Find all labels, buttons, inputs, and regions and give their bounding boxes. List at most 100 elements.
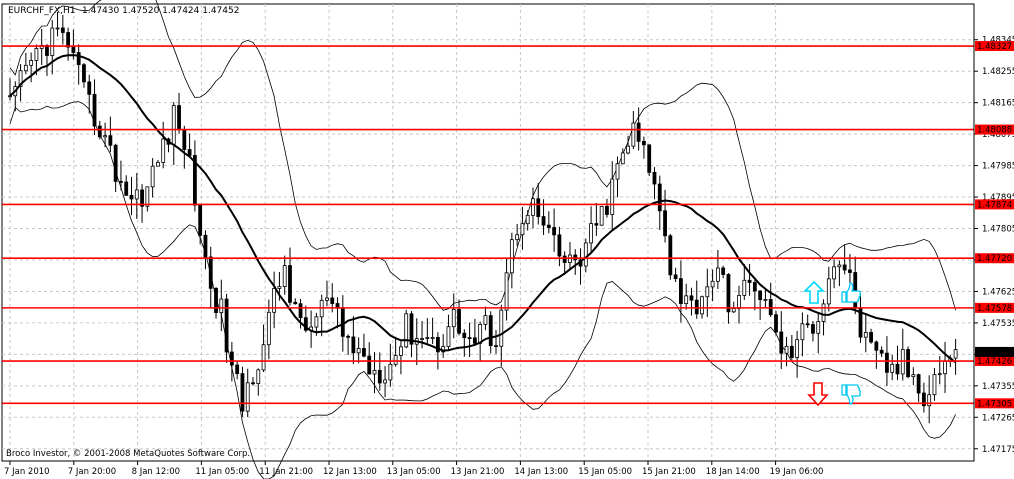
level-label: 1.48088 — [977, 126, 1012, 136]
candle-body — [124, 181, 129, 196]
candle-body — [494, 345, 498, 348]
candle-body — [546, 224, 551, 228]
candle-body — [737, 294, 741, 309]
x-tick-label: 11 Jan 21:00 — [259, 467, 313, 477]
candle-body — [457, 309, 461, 334]
candle-body — [911, 374, 916, 378]
candle-body — [425, 337, 430, 339]
candle-body — [895, 363, 900, 375]
candle-body — [916, 374, 921, 394]
level-label: 1.47305 — [977, 399, 1012, 409]
candle-body — [605, 205, 609, 215]
candle-body — [82, 64, 86, 83]
y-tick-label: 1.47175 — [982, 445, 1014, 455]
candle-body — [446, 326, 451, 347]
candle-body — [721, 267, 726, 275]
candle-body — [108, 135, 113, 146]
candle-body — [383, 379, 387, 384]
current-price-label: 1.47452 — [977, 348, 1012, 358]
candle-body — [826, 278, 831, 305]
candle-body — [203, 234, 208, 258]
candle-body — [240, 373, 245, 412]
candle-body — [752, 282, 757, 292]
candle-body — [531, 198, 535, 216]
candle-body — [420, 338, 424, 340]
candle-body — [119, 181, 123, 183]
price-chart[interactable]: 1.483451.482551.481651.480751.479851.478… — [0, 0, 1014, 479]
x-tick-label: 18 Jan 14:00 — [706, 467, 760, 477]
candle-body — [694, 299, 699, 315]
chart-ohlc: 1.47430 1.47520 1.47424 1.47452 — [82, 6, 239, 16]
candle-body — [715, 267, 720, 282]
y-tick-label: 1.47805 — [982, 225, 1014, 235]
candle-body — [552, 227, 557, 236]
candle-body — [97, 125, 102, 138]
candle-body — [652, 171, 657, 185]
x-tick-label: 14 Jan 13:00 — [514, 467, 568, 477]
candle-body — [150, 165, 155, 188]
candle-body — [774, 314, 778, 333]
candle-body — [731, 308, 736, 313]
candle-body — [784, 345, 789, 354]
candle-body — [679, 278, 683, 305]
x-tick-label: 15 Jan 05:00 — [578, 467, 632, 477]
candle-body — [663, 210, 667, 237]
candle-body — [705, 286, 710, 298]
candle-body — [103, 135, 107, 138]
candle-body — [362, 348, 366, 357]
candle-body — [288, 265, 292, 303]
chart-symbol: EURCHF_FX,H1 — [8, 6, 76, 16]
candle-body — [758, 290, 763, 300]
candle-body — [673, 274, 678, 279]
candle-body — [937, 373, 942, 376]
candle-body — [430, 337, 435, 339]
candle-body — [92, 93, 97, 127]
candle-body — [367, 355, 372, 375]
candle-body — [642, 140, 646, 146]
candle-body — [869, 332, 873, 343]
candle-body — [351, 336, 356, 354]
candle-body — [71, 46, 76, 53]
level-label: 1.47578 — [977, 304, 1012, 314]
candle-body — [657, 183, 662, 212]
candle-body — [113, 144, 118, 182]
candle-body — [932, 374, 937, 396]
candle-body — [198, 204, 203, 236]
candle-body — [837, 264, 842, 268]
candle-body — [272, 288, 277, 313]
candle-body — [245, 382, 250, 412]
candle-body — [789, 345, 794, 358]
candle-body — [842, 264, 847, 271]
candle-body — [156, 162, 160, 167]
candle-body — [647, 144, 652, 173]
y-tick-label: 1.47985 — [982, 162, 1014, 172]
candle-body — [615, 163, 620, 180]
candle-body — [29, 60, 34, 66]
candle-body — [863, 332, 868, 338]
candle-body — [134, 189, 139, 200]
candle-body — [515, 234, 520, 241]
candle-body — [821, 303, 826, 322]
candle-body — [536, 198, 541, 217]
y-tick-label: 1.48255 — [982, 67, 1014, 77]
candle-body — [689, 295, 694, 301]
candle-body — [525, 214, 530, 225]
y-tick-label: 1.47625 — [982, 287, 1014, 297]
candle-body — [161, 138, 166, 163]
candle-body — [589, 223, 593, 244]
candle-body — [298, 303, 303, 319]
candle-body — [599, 205, 604, 226]
candle-body — [779, 331, 784, 354]
x-tick-label: 7 Jan 2010 — [4, 467, 50, 477]
candle-body — [816, 321, 821, 334]
candle-body — [795, 339, 800, 358]
candle-body — [763, 299, 768, 301]
candle-body — [55, 27, 60, 30]
candle-body — [478, 324, 483, 344]
candle-body — [282, 265, 287, 287]
candle-body — [340, 307, 345, 337]
candle-body — [636, 122, 641, 142]
x-tick-label: 13 Jan 21:00 — [451, 467, 505, 477]
candle-body — [330, 297, 335, 304]
candle-body — [451, 309, 456, 328]
